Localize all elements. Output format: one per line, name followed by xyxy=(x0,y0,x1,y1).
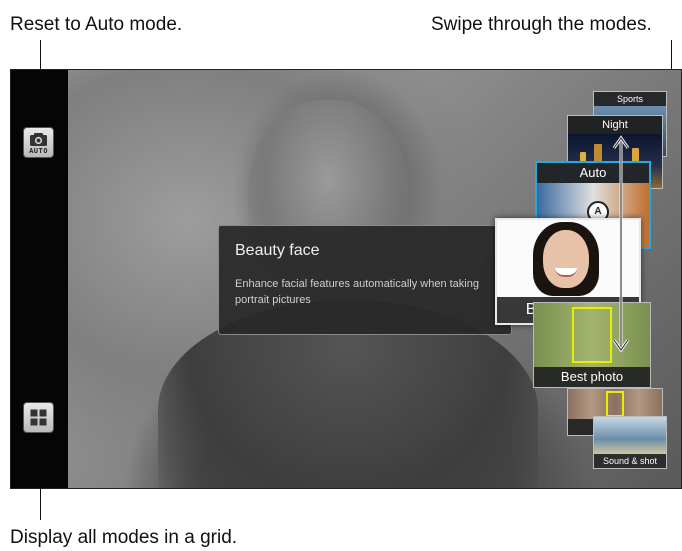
mode-info-description: Enhance facial features automatically wh… xyxy=(235,278,479,306)
mode-info-panel: Beauty face Enhance facial features auto… xyxy=(218,225,512,335)
auto-mode-button[interactable]: AUTO xyxy=(23,127,54,158)
swipe-double-arrow-icon xyxy=(612,135,630,353)
mode-thumb-sound-and-shot xyxy=(594,417,666,454)
callout-swipe-modes: Swipe through the modes. xyxy=(431,14,652,35)
callout-reset-auto: Reset to Auto mode. xyxy=(10,14,183,35)
mode-card-label: Sound & shot xyxy=(594,454,666,468)
camera-screen: AUTO Beauty face Enhance facial features… xyxy=(10,69,682,489)
mode-card-label: Night xyxy=(568,116,662,134)
mode-card-label: Sports xyxy=(594,92,666,106)
auto-mode-label: AUTO xyxy=(29,147,48,155)
mode-card-label: Auto xyxy=(537,163,649,183)
grid-icon xyxy=(30,409,47,426)
best-face-highlight xyxy=(606,391,624,417)
mode-thumb-best-face xyxy=(568,389,662,419)
grid-view-button[interactable] xyxy=(23,402,54,433)
portrait-face xyxy=(543,230,589,288)
mode-card-sound-and-shot[interactable]: Sound & shot xyxy=(593,416,667,469)
camera-sidebar: AUTO xyxy=(11,70,68,488)
best-photo-highlight xyxy=(572,307,612,363)
mode-info-title: Beauty face xyxy=(235,242,320,259)
mode-thumb-best-photo xyxy=(534,303,650,367)
mode-card-best-photo[interactable]: Best photo xyxy=(533,302,651,388)
mode-card-label: Best photo xyxy=(534,367,650,387)
callout-display-grid: Display all modes in a grid. xyxy=(10,527,238,548)
